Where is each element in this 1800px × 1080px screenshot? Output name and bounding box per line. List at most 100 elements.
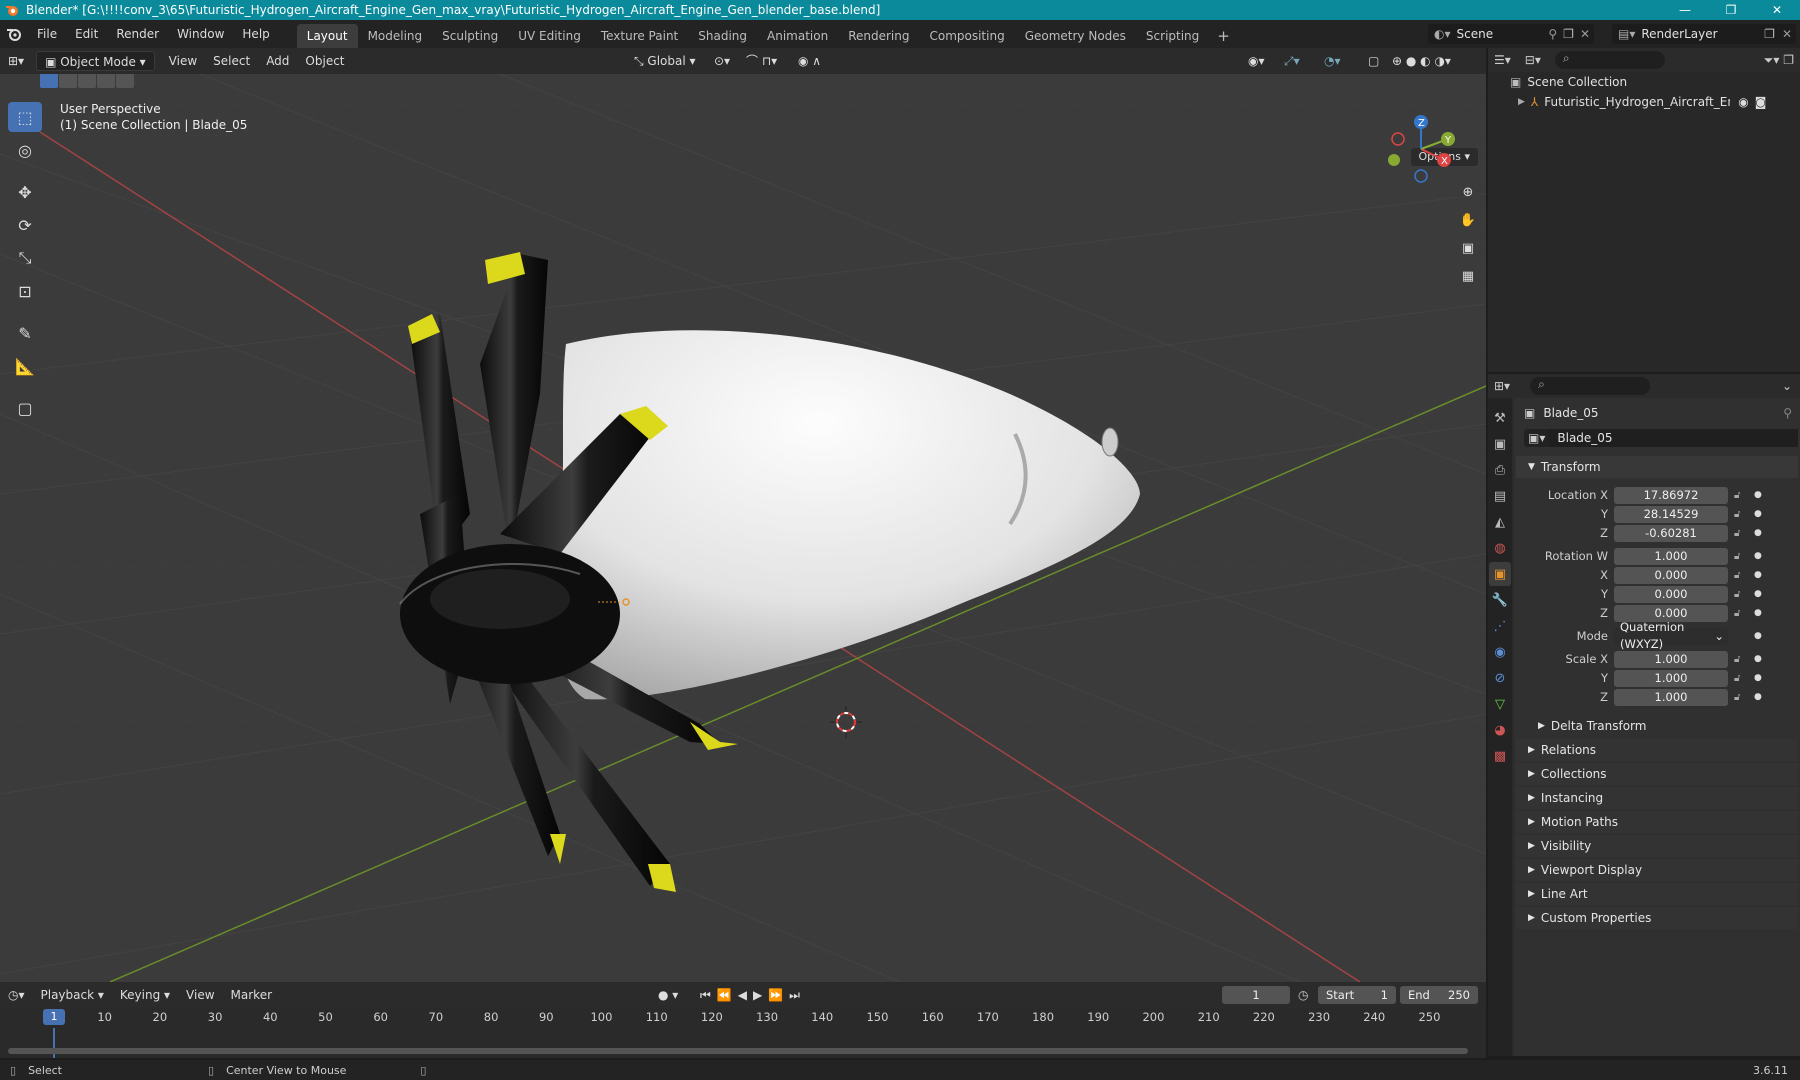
lock-icon[interactable]: 🔓︎ — [1734, 692, 1748, 703]
pin-icon[interactable]: ⚲ — [1544, 27, 1561, 41]
select-box-tool-icon[interactable]: ⬚ — [8, 102, 42, 132]
editor-type-icon[interactable]: ⊞▾ — [0, 51, 32, 71]
tab-layout[interactable]: Layout — [296, 24, 358, 48]
tab-uv-editing[interactable]: UV Editing — [508, 24, 591, 48]
transform-tool-icon[interactable]: ⊡ — [8, 276, 42, 306]
new-scene-icon[interactable]: ❐ — [1561, 27, 1576, 41]
add-workspace-icon[interactable]: + — [1209, 24, 1238, 48]
material-tab-icon[interactable]: ◕ — [1489, 718, 1511, 742]
lock-icon[interactable]: 🔓︎ — [1734, 654, 1748, 665]
motion-paths-panel-header[interactable]: ▶ Motion Paths — [1516, 811, 1798, 833]
outliner-item[interactable]: ▶ ⅄ Futuristic_Hydrogen_Aircraft_Engine_… — [1488, 92, 1800, 112]
menu-marker[interactable]: Marker — [223, 985, 280, 1005]
tab-shading[interactable]: Shading — [688, 24, 757, 48]
new-view-layer-icon[interactable]: ❐ — [1761, 27, 1778, 41]
3d-viewport[interactable]: User Perspective (1) Scene Collection | … — [0, 74, 1486, 982]
relations-panel-header[interactable]: ▶ Relations — [1516, 739, 1798, 761]
menu-object[interactable]: Object — [297, 51, 352, 71]
annotate-tool-icon[interactable]: ✎ — [8, 318, 42, 348]
object-name-field[interactable]: Blade_05 — [1549, 429, 1798, 447]
remove-view-layer-icon[interactable]: ✕ — [1778, 27, 1796, 41]
rotation-mode-select[interactable]: Quaternion (WXYZ) ⌄ — [1614, 620, 1728, 651]
menu-render[interactable]: Render — [107, 23, 168, 45]
measure-tool-icon[interactable]: 📐 — [8, 351, 42, 381]
visibility-icon[interactable]: ◉▾ — [1240, 51, 1273, 71]
menu-window[interactable]: Window — [168, 23, 233, 45]
end-frame-field[interactable]: End 250 — [1400, 986, 1478, 1004]
delta-transform-header[interactable]: ▶ Delta Transform — [1516, 715, 1798, 737]
render-tab-icon[interactable]: ▣ — [1489, 432, 1511, 456]
view-layer-tab-icon[interactable]: ▤ — [1489, 484, 1511, 508]
transform-panel-header[interactable]: ▼ Transform — [1516, 456, 1798, 478]
keyframe-dot-icon[interactable]: ● — [1754, 589, 1762, 599]
rotation-x-field[interactable]: 0.000 — [1614, 566, 1728, 584]
keyframe-dot-icon[interactable]: ● — [1754, 528, 1762, 538]
line-art-panel-header[interactable]: ▶ Line Art — [1516, 883, 1798, 905]
playback-controls[interactable]: ⏮⏪◀▶⏩⏭ — [700, 988, 806, 1003]
minimize-icon[interactable]: — — [1662, 0, 1708, 20]
custom-properties-panel-header[interactable]: ▶ Custom Properties — [1516, 907, 1798, 929]
tab-animation[interactable]: Animation — [757, 24, 838, 48]
keyframe-dot-icon[interactable]: ● — [1754, 570, 1762, 580]
tab-rendering[interactable]: Rendering — [838, 24, 919, 48]
data-tab-icon[interactable]: ▽ — [1489, 692, 1511, 716]
zoom-icon[interactable]: ⊕ — [1456, 180, 1480, 204]
scale-z-field[interactable]: 1.000 — [1614, 688, 1728, 706]
close-icon[interactable]: ✕ — [1754, 0, 1800, 20]
rotate-tool-icon[interactable]: ⟳ — [8, 210, 42, 240]
lock-icon[interactable]: 🔓︎ — [1734, 509, 1748, 520]
move-tool-icon[interactable]: ✥ — [8, 177, 42, 207]
maximize-icon[interactable]: ❐ — [1708, 0, 1754, 20]
rotation-y-field[interactable]: 0.000 — [1614, 585, 1728, 603]
timeline-scrollbar[interactable] — [8, 1048, 1468, 1054]
particles-tab-icon[interactable]: ⋰ — [1489, 614, 1511, 638]
tab-compositing[interactable]: Compositing — [919, 24, 1014, 48]
visibility-panel-header[interactable]: ▶ Visibility — [1516, 835, 1798, 857]
lock-icon[interactable]: 🔓︎ — [1734, 673, 1748, 684]
menu-keying[interactable]: Keying ▾ — [112, 985, 178, 1005]
datablock-icon[interactable]: ▣▾ — [1524, 429, 1550, 447]
overlay-toggle-icon[interactable]: ◔▾ — [1316, 51, 1349, 71]
viewport-display-panel-header[interactable]: ▶ Viewport Display — [1516, 859, 1798, 881]
gizmo-toggle-icon[interactable]: ⤢▾ — [1276, 51, 1308, 71]
tab-modeling[interactable]: Modeling — [358, 24, 433, 48]
eye-icon[interactable]: ◉ — [1738, 95, 1748, 109]
menu-help[interactable]: Help — [233, 23, 278, 45]
scene-tab-icon[interactable]: ◭ — [1489, 510, 1511, 534]
lock-icon[interactable]: 🔓︎ — [1734, 570, 1748, 581]
pan-hand-icon[interactable]: ✋ — [1456, 208, 1480, 232]
orientation-selector[interactable]: ⤡ Global ▾ — [626, 51, 704, 71]
blender-menu-icon[interactable] — [0, 20, 28, 48]
menu-playback[interactable]: Playback ▾ — [33, 985, 112, 1005]
location-x-field[interactable]: 17.86972 — [1614, 486, 1728, 504]
lock-icon[interactable]: 🔓︎ — [1734, 551, 1748, 562]
display-mode-icon[interactable]: ⊟▾ — [1525, 53, 1541, 67]
location-y-field[interactable]: 28.14529 — [1614, 505, 1728, 523]
collections-panel-header[interactable]: ▶ Collections — [1516, 763, 1798, 785]
lock-icon[interactable]: 🔓︎ — [1734, 608, 1748, 619]
constraints-tab-icon[interactable]: ⊘ — [1489, 666, 1511, 690]
menu-add[interactable]: Add — [258, 51, 297, 71]
menu-timeline-view[interactable]: View — [178, 985, 222, 1005]
pin-object-icon[interactable]: ⚲ — [1783, 406, 1800, 420]
select-intersect-icon[interactable] — [116, 74, 134, 88]
select-new-icon[interactable] — [40, 74, 58, 88]
proportional-edit-icon[interactable]: ◉ ∧ — [790, 51, 829, 71]
start-frame-field[interactable]: Start 1 — [1318, 986, 1396, 1004]
outliner-search-input[interactable]: ⌕ — [1554, 51, 1665, 69]
instancing-panel-header[interactable]: ▶ Instancing — [1516, 787, 1798, 809]
mode-selector[interactable]: ▣ Object Mode ▾ — [36, 51, 155, 71]
select-subtract-icon[interactable] — [78, 74, 96, 88]
menu-select[interactable]: Select — [205, 51, 258, 71]
tab-scripting[interactable]: Scripting — [1136, 24, 1209, 48]
keyframe-dot-icon[interactable]: ● — [1754, 509, 1762, 519]
scene-selector[interactable]: ◐▾ Scene ⚲ ❐ ✕ — [1428, 24, 1594, 44]
lock-icon[interactable]: 🔓︎ — [1734, 589, 1748, 600]
cursor-tool-icon[interactable]: ◎ — [8, 135, 42, 165]
world-tab-icon[interactable]: ◍ — [1489, 536, 1511, 560]
select-extend-icon[interactable] — [59, 74, 77, 88]
keyframe-dot-icon[interactable]: ● — [1754, 692, 1762, 702]
keyframe-dot-icon[interactable]: ● — [1754, 608, 1762, 618]
remove-scene-icon[interactable]: ✕ — [1576, 27, 1594, 41]
menu-edit[interactable]: Edit — [66, 23, 107, 45]
